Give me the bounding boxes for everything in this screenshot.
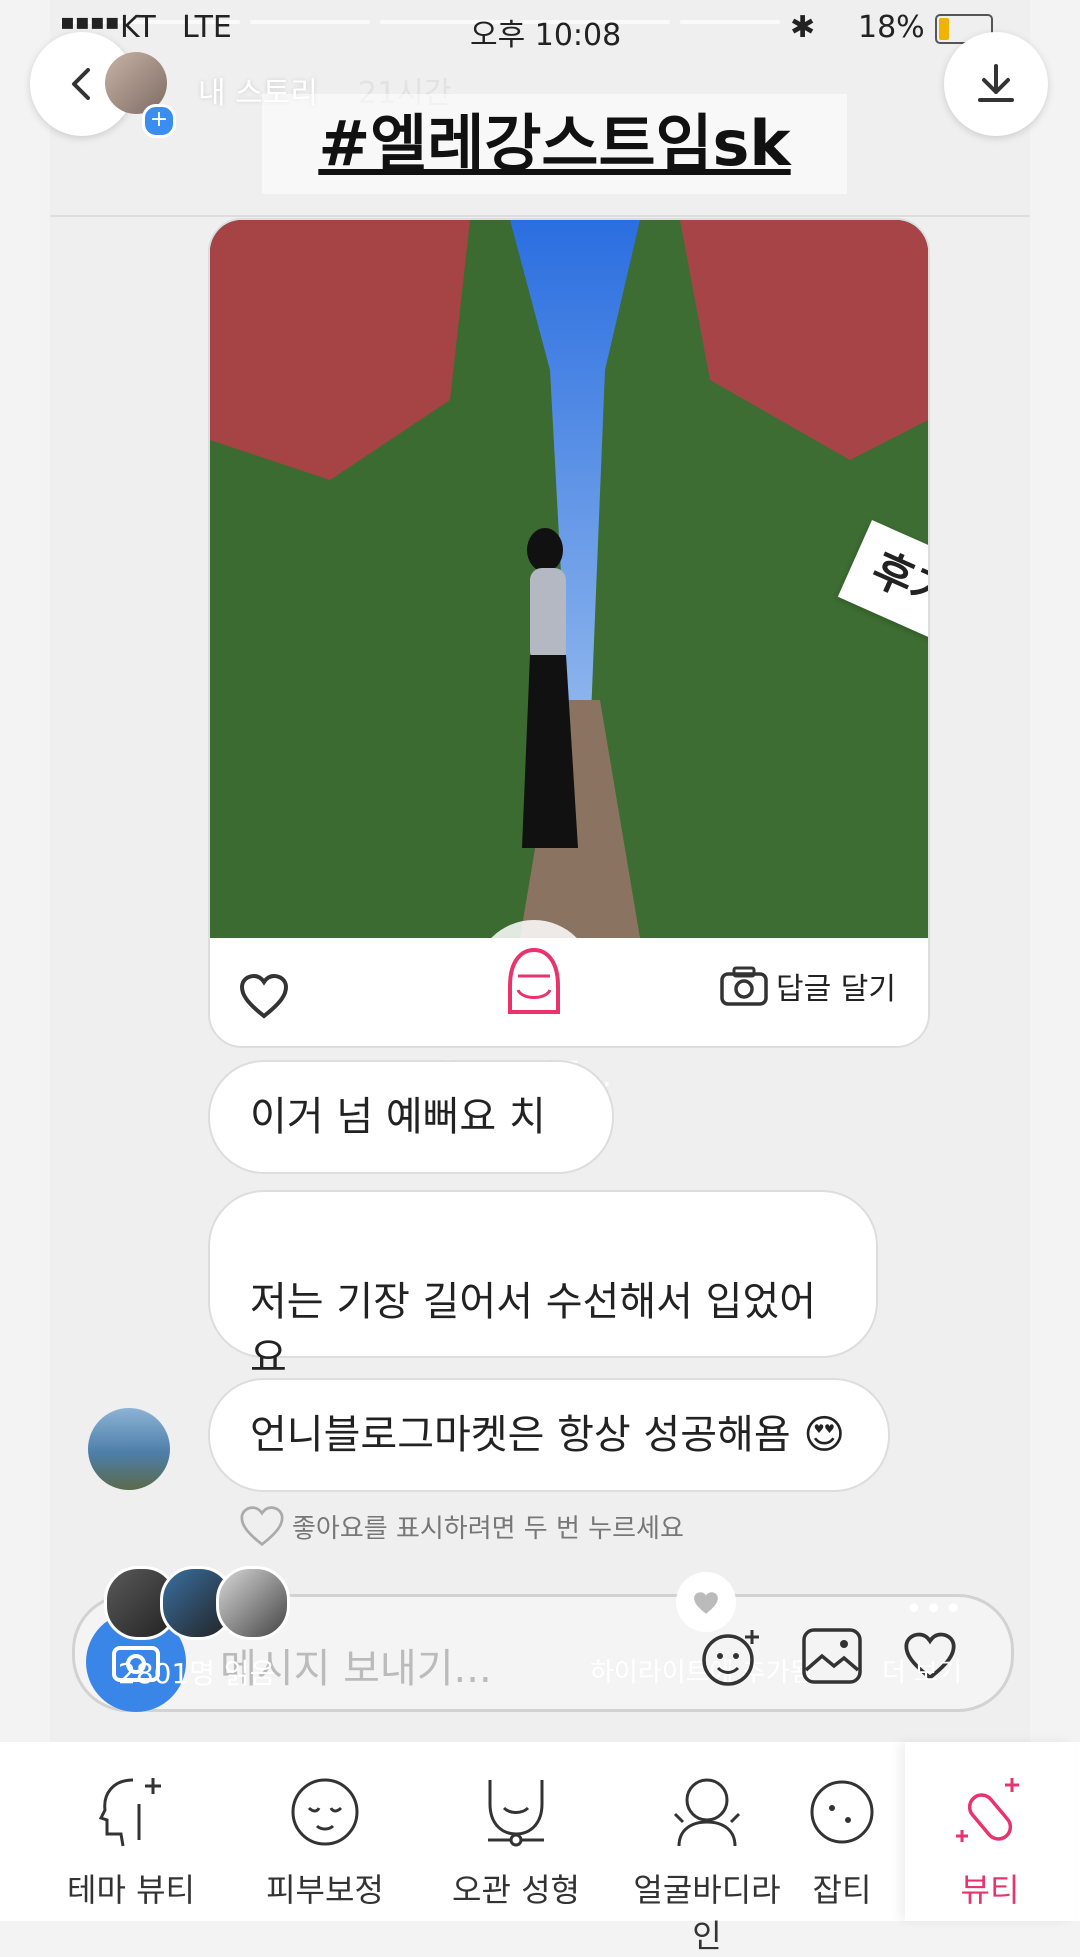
commenter-avatar[interactable] [88, 1408, 170, 1490]
tab-label: 테마 뷰티 [67, 1871, 195, 1909]
more-label[interactable]: 더 보기 [882, 1652, 962, 1689]
tab-theme-beauty[interactable]: 테마 뷰티 [46, 1742, 216, 1921]
heart-filled-icon [694, 1592, 718, 1614]
more-dots-icon[interactable]: ••• [905, 1592, 964, 1627]
blemish-icon [810, 1780, 874, 1844]
chat-bubble-text: 언니블로그마켓은 항상 성공해욤 😍 [250, 1412, 846, 1458]
chat-bubble: 이거 넘 예뻐요 치마 [208, 1060, 614, 1250]
like-hint-text: 좋아요를 표시하려면 두 번 누르세요 [292, 1513, 684, 1544]
bluetooth-icon: ✱ [790, 10, 816, 45]
tab-label: 피부보정 [266, 1871, 384, 1909]
sticker-icon[interactable] [700, 1628, 762, 1688]
signal-icon: ▪▪▪▪ [60, 10, 120, 35]
camera-icon [720, 966, 768, 1006]
face-smooth-icon [291, 1778, 359, 1846]
network-type: LTE [182, 10, 232, 45]
tab-label: 오관 성형 [452, 1871, 580, 1909]
tab-face-body-line[interactable]: 얼굴바디라인 [622, 1742, 792, 1955]
heart-outline-icon [240, 1506, 284, 1547]
beauty-wand-icon [956, 1778, 1019, 1842]
chat-bubble: 언니블로그마켓은 항상 성공해욤 😍 [208, 1378, 890, 1492]
carrier: KT [120, 10, 156, 45]
face-loading-icon [508, 947, 560, 1014]
tab-blemish[interactable]: 잡티 [782, 1742, 902, 1921]
face-reshape-icon [488, 1780, 544, 1847]
reply-button[interactable]: 답글 달기 [720, 964, 896, 1008]
viewers-count[interactable]: 2801명 읽음 [118, 1652, 275, 1692]
heart-icon[interactable] [238, 972, 290, 1020]
tab-face-reshape[interactable]: 오관 성형 [431, 1742, 601, 1921]
chat-bubble: 저는 기장 길어서 수선해서 입었어요 ~~~ [208, 1190, 878, 1437]
tab-label: 얼굴바디라인 [633, 1871, 781, 1955]
chevron-left-icon [72, 68, 90, 100]
beauty-toolbar: 테마 뷰티 피부보정 오관 성형 얼굴바디라인 잡티 뷰티 [0, 1742, 1080, 1955]
tab-label: 잡티 [812, 1871, 872, 1909]
download-icon [978, 64, 1014, 102]
highlight-button[interactable] [676, 1572, 736, 1632]
body-outline-icon [673, 1778, 741, 1847]
beauty-loading-indicator [474, 920, 594, 1040]
hashtag-sticker: #엘레강스트임sk [262, 94, 847, 194]
story-photo [210, 220, 928, 938]
face-sparkle-icon [98, 1778, 161, 1847]
divider [50, 215, 1030, 217]
like-hint: 좋아요를 표시하려면 두 번 누르세요 [238, 1504, 684, 1548]
tab-beauty-active[interactable]: 뷰티 [905, 1742, 1075, 1921]
tab-skin-correction[interactable]: 피부보정 [240, 1742, 410, 1921]
battery-percent: 18% [858, 10, 925, 45]
tab-label: 뷰티 [960, 1871, 1020, 1909]
add-story-icon[interactable]: + [142, 104, 176, 138]
status-bar: ▪▪▪▪ KT LTE 오후 10:08 ✱ 18% [60, 8, 1020, 53]
story-post-card: 후기 짱예 ❤️ [208, 218, 930, 1048]
clock: 오후 10:08 [470, 18, 622, 53]
download-button[interactable] [944, 32, 1048, 136]
reply-label: 답글 달기 [776, 972, 896, 1007]
gallery-icon[interactable] [800, 1626, 864, 1686]
